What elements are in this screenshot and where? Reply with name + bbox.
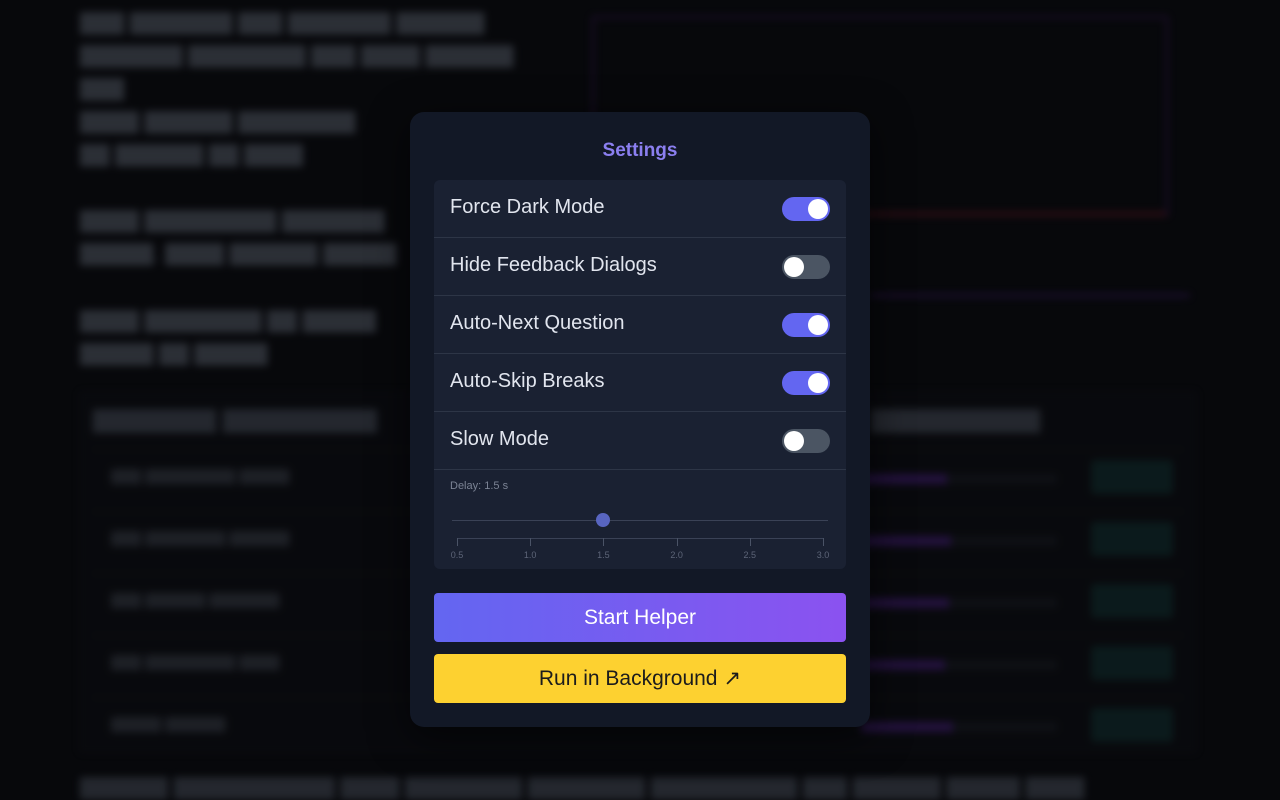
delay-scale-baseline (457, 538, 823, 539)
delay-scale-tick (749, 538, 751, 546)
delay-label: Delay: 1.5 s (450, 480, 509, 492)
delay-scale-tick (823, 538, 824, 546)
setting-label: Hide Feedback Dialogs (450, 254, 657, 276)
delay-scale-tick (603, 538, 605, 546)
delay-slider-thumb[interactable] (596, 513, 611, 527)
delay-scale-tick-label: 2.0 (670, 550, 683, 560)
settings-title: Settings (602, 140, 678, 161)
auto-next-question-toggle[interactable] (782, 313, 830, 337)
auto-skip-breaks-toggle[interactable] (782, 371, 830, 395)
toggle-knob (784, 431, 804, 451)
delay-scale-tick-label: 1.0 (523, 550, 537, 560)
external-arrow-icon: ↗ (723, 667, 742, 690)
delay-slider-track[interactable] (452, 520, 828, 521)
slow-mode-toggle[interactable] (782, 429, 830, 453)
run-in-background-label: Run in Background (538, 666, 718, 690)
background-bar (870, 294, 1190, 297)
setting-label: Force Dark Mode (450, 196, 605, 218)
toggle-knob (784, 257, 804, 277)
background-footer-text: ██████ ███████████ ████ ████████ ███████… (80, 778, 1085, 800)
delay-scale-tick-label: 0.5 (450, 550, 464, 560)
delay-scale-tick-label: 2.5 (743, 550, 757, 560)
delay-scale-tick-label: 3.0 (816, 550, 830, 560)
toggle-knob (808, 373, 828, 393)
delay-scale-tick-label: 1.5 (597, 550, 610, 560)
start-helper-button[interactable]: Start Helper (434, 593, 846, 642)
delay-scale-tick (530, 538, 532, 546)
setting-row-slow-mode: Slow Mode (434, 412, 846, 470)
setting-label: Auto-Skip Breaks (450, 370, 605, 392)
toggle-knob (808, 199, 828, 219)
setting-row-auto-next-question: Auto-Next Question (434, 296, 846, 354)
setting-row-force-dark-mode: Force Dark Mode (434, 180, 846, 238)
setting-row-hide-feedback-dialogs: Hide Feedback Dialogs (434, 238, 846, 296)
start-helper-label: Start Helper (583, 605, 697, 629)
hide-feedback-dialogs-toggle[interactable] (782, 255, 830, 279)
delay-slider-section: Delay: 1.5 s 0.5 1.0 1.5 2.0 2.5 3.0 (434, 470, 846, 569)
setting-row-auto-skip-breaks: Auto-Skip Breaks (434, 354, 846, 412)
settings-modal: Settings Force Dark Mode Hide Feedback D… (410, 112, 870, 727)
delay-scale-tick (676, 538, 678, 546)
force-dark-mode-toggle[interactable] (782, 197, 830, 221)
settings-panel: Force Dark Mode Hide Feedback Dialogs Au… (434, 180, 846, 569)
setting-label: Slow Mode (450, 428, 549, 450)
run-in-background-button[interactable]: Run in Background ↗ (434, 654, 846, 703)
setting-label: Auto-Next Question (450, 312, 625, 334)
delay-scale-tick (457, 538, 458, 546)
toggle-knob (808, 315, 828, 335)
